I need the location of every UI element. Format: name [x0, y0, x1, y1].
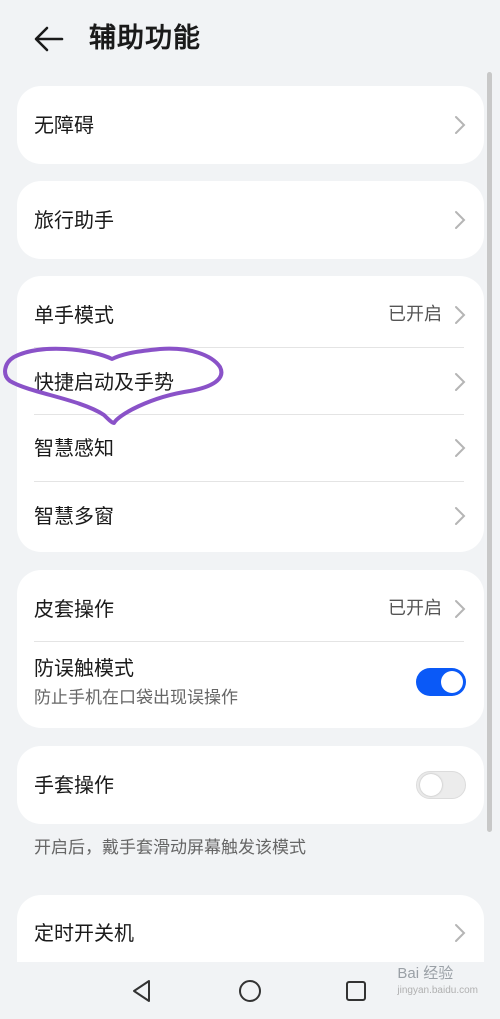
watermark-brand: Bai 经验	[397, 965, 454, 982]
chevron-right-icon	[455, 600, 466, 618]
arrow-left-icon[interactable]	[32, 22, 66, 56]
chevron-right-icon	[455, 211, 466, 229]
accessibility-card: 无障碍	[17, 86, 484, 164]
cover-operation-item[interactable]: 皮套操作 已开启	[17, 570, 484, 641]
watermark-url: jingyan.baidu.com	[397, 985, 478, 996]
glove-operation-toggle[interactable]	[416, 771, 466, 799]
toggle-knob	[441, 671, 463, 693]
chevron-right-icon	[455, 116, 466, 134]
anti-touch-mode-item: 防误触模式 防止手机在口袋出现误操作	[17, 642, 484, 728]
chevron-right-icon	[455, 507, 466, 525]
chevron-right-icon	[455, 924, 466, 942]
travel-assistant-label: 旅行助手	[34, 208, 114, 232]
travel-assistant-item[interactable]: 旅行助手	[17, 181, 484, 259]
one-hand-mode-label: 单手模式	[34, 303, 114, 327]
accessibility-item[interactable]: 无障碍	[17, 86, 484, 164]
circle-home-icon[interactable]	[238, 979, 262, 1003]
cover-operation-status: 已开启	[388, 598, 442, 619]
chevron-right-icon	[455, 439, 466, 457]
scrollbar[interactable]	[487, 72, 492, 832]
glove-card: 手套操作	[17, 746, 484, 824]
cover-operation-label: 皮套操作	[34, 597, 114, 621]
square-recents-icon[interactable]	[345, 980, 367, 1002]
one-hand-mode-status: 已开启	[388, 304, 442, 325]
toggle-knob	[420, 774, 442, 796]
one-hand-mode-item[interactable]: 单手模式 已开启	[17, 276, 484, 347]
features-card: 单手模式 已开启 快捷启动及手势 智慧感知 智慧多窗	[17, 276, 484, 552]
accessibility-label: 无障碍	[34, 113, 94, 137]
glove-operation-item: 手套操作	[17, 746, 484, 824]
top-bar: 辅助功能	[0, 0, 500, 80]
triangle-back-icon[interactable]	[131, 979, 153, 1003]
baidu-jingyan-watermark: Bai 经验 jingyan.baidu.com	[397, 962, 478, 996]
chevron-right-icon	[455, 373, 466, 391]
smart-multi-window-label: 智慧多窗	[34, 504, 114, 528]
page-title: 辅助功能	[89, 23, 201, 54]
travel-card: 旅行助手	[17, 181, 484, 259]
shortcuts-gestures-label: 快捷启动及手势	[34, 370, 174, 394]
glove-operation-label: 手套操作	[34, 773, 114, 797]
glove-operation-note: 开启后，戴手套滑动屏幕触发该模式	[34, 838, 306, 858]
anti-touch-mode-description: 防止手机在口袋出现误操作	[34, 688, 238, 708]
smart-multi-window-item[interactable]: 智慧多窗	[17, 482, 484, 552]
anti-touch-mode-label: 防误触模式	[34, 656, 134, 680]
cover-card: 皮套操作 已开启 防误触模式 防止手机在口袋出现误操作	[17, 570, 484, 728]
smart-sense-label: 智慧感知	[34, 436, 114, 460]
scheduled-power-label: 定时开关机	[34, 921, 134, 945]
chevron-right-icon	[455, 306, 466, 324]
smart-sense-item[interactable]: 智慧感知	[17, 415, 484, 481]
shortcuts-gestures-item[interactable]: 快捷启动及手势	[17, 348, 484, 414]
scheduled-power-item[interactable]: 定时开关机	[17, 895, 484, 965]
anti-touch-toggle[interactable]	[416, 668, 466, 696]
